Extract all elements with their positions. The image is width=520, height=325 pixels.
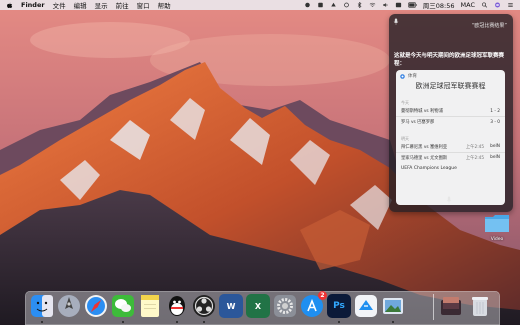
status-icon-2[interactable] [317,2,324,8]
menu-file[interactable]: 文件 [53,0,66,10]
dock-excel-icon[interactable]: X [246,294,270,318]
wifi-icon[interactable] [369,2,376,8]
dock-photoshop-icon[interactable]: Ps [327,294,351,318]
dock-launchpad-icon[interactable] [57,294,81,318]
match-channel: beIN [490,155,500,160]
dock-system-preferences-icon[interactable] [273,294,297,318]
menu-finder[interactable]: Finder [21,1,45,9]
match-score: 3 - 0 [490,119,500,125]
status-icon-1[interactable] [304,2,311,8]
match-time: 上午2:45 [465,156,485,161]
input-method-icon[interactable] [395,2,402,8]
running-indicator [41,321,43,323]
desktop-folder-video[interactable]: Video [484,212,510,248]
match-row[interactable]: 皇家马德里 vs 尤文图斯 上午2:45 beIN [396,152,505,163]
spotlight-icon[interactable] [481,2,488,8]
card-footer: UEFA Champions League [401,166,457,171]
dock-separator [433,294,434,320]
bluetooth-icon[interactable] [356,2,363,8]
status-icon-3[interactable] [330,2,337,8]
menu-help[interactable]: 帮助 [158,0,171,10]
dock: W X 2 Ps [25,291,500,325]
dock-obs-icon[interactable] [192,294,216,318]
dock-word-icon[interactable]: W [219,294,243,318]
siri-answer-text: 这就是今天与明天期间的欧洲足球冠军联赛赛程： [394,53,505,67]
sports-icon [400,73,405,79]
running-indicator [392,321,394,323]
match-time: 上午2:45 [465,145,485,150]
match-row[interactable]: 拜仁慕尼黑 vs 塞维利亚 上午2:45 beIN [396,142,505,152]
menu-user[interactable]: MAC [461,1,475,9]
match-teams: 皇家马德里 vs 尤文图斯 [401,156,448,161]
siri-panel: “欧冠比赛结果” 这就是今天与明天期间的欧洲足球冠军联赛赛程： 体育 欧洲足球冠… [389,14,513,212]
match-channel: beIN [490,144,500,149]
match-row[interactable]: 罗马 vs 巴塞罗那 3 - 0 [396,116,505,127]
menu-bar: Finder 文件 编辑 显示 前往 窗口 帮助 周三08:56 MAC [0,0,520,10]
siri-menu-icon[interactable] [494,2,501,8]
menu-view[interactable]: 显示 [95,0,108,10]
card-header: 体育 [396,70,505,79]
running-indicator [203,321,205,323]
dock-xcode-icon[interactable] [354,294,378,318]
dock-downloads-icon[interactable] [439,294,463,318]
siri-result-card[interactable]: 体育 欧洲足球冠军联赛赛程 今天 曼彻斯特城 vs 利物浦 1 - 2 罗马 v… [396,70,505,205]
match-teams: 拜仁慕尼黑 vs 塞维利亚 [401,145,448,150]
dock-preview-icon[interactable] [381,294,405,318]
status-icon-4[interactable] [343,2,350,8]
card-source: 体育 [408,74,417,79]
dock-safari-icon[interactable] [84,294,108,318]
menu-clock[interactable]: 周三08:56 [423,0,455,10]
siri-microphone-icon[interactable] [446,196,452,205]
battery-icon[interactable] [407,2,417,8]
menu-edit[interactable]: 编辑 [74,0,87,10]
dock-trash-icon[interactable] [468,294,492,318]
dock-qq-icon[interactable] [165,294,189,318]
volume-icon[interactable] [382,2,389,8]
running-indicator [122,321,124,323]
running-indicator [176,321,178,323]
app-store-badge: 2 [318,291,327,300]
dock-notes-icon[interactable] [138,294,162,318]
apple-icon [7,2,13,8]
notification-center-icon[interactable] [507,2,514,8]
dock-wechat-icon[interactable] [111,294,135,318]
siri-user-query: “欧冠比赛结果” [471,23,507,29]
running-indicator [338,321,340,323]
match-teams: 罗马 vs 巴塞罗那 [401,120,435,125]
menu-window[interactable]: 窗口 [137,0,150,10]
apple-menu[interactable] [6,2,13,9]
dock-finder-icon[interactable] [30,294,54,318]
desktop-folder-label: Video [490,237,504,242]
match-row[interactable]: 曼彻斯特城 vs 利物浦 1 - 2 [396,106,505,116]
folder-icon [485,215,509,232]
match-teams: 曼彻斯特城 vs 利物浦 [401,109,443,114]
match-score: 1 - 2 [490,108,500,114]
card-title: 欧洲足球冠军联赛赛程 [415,82,486,90]
menu-go[interactable]: 前往 [116,0,129,10]
siri-mic-small-icon [393,18,399,25]
dock-app-store-icon[interactable]: 2 [300,291,327,318]
